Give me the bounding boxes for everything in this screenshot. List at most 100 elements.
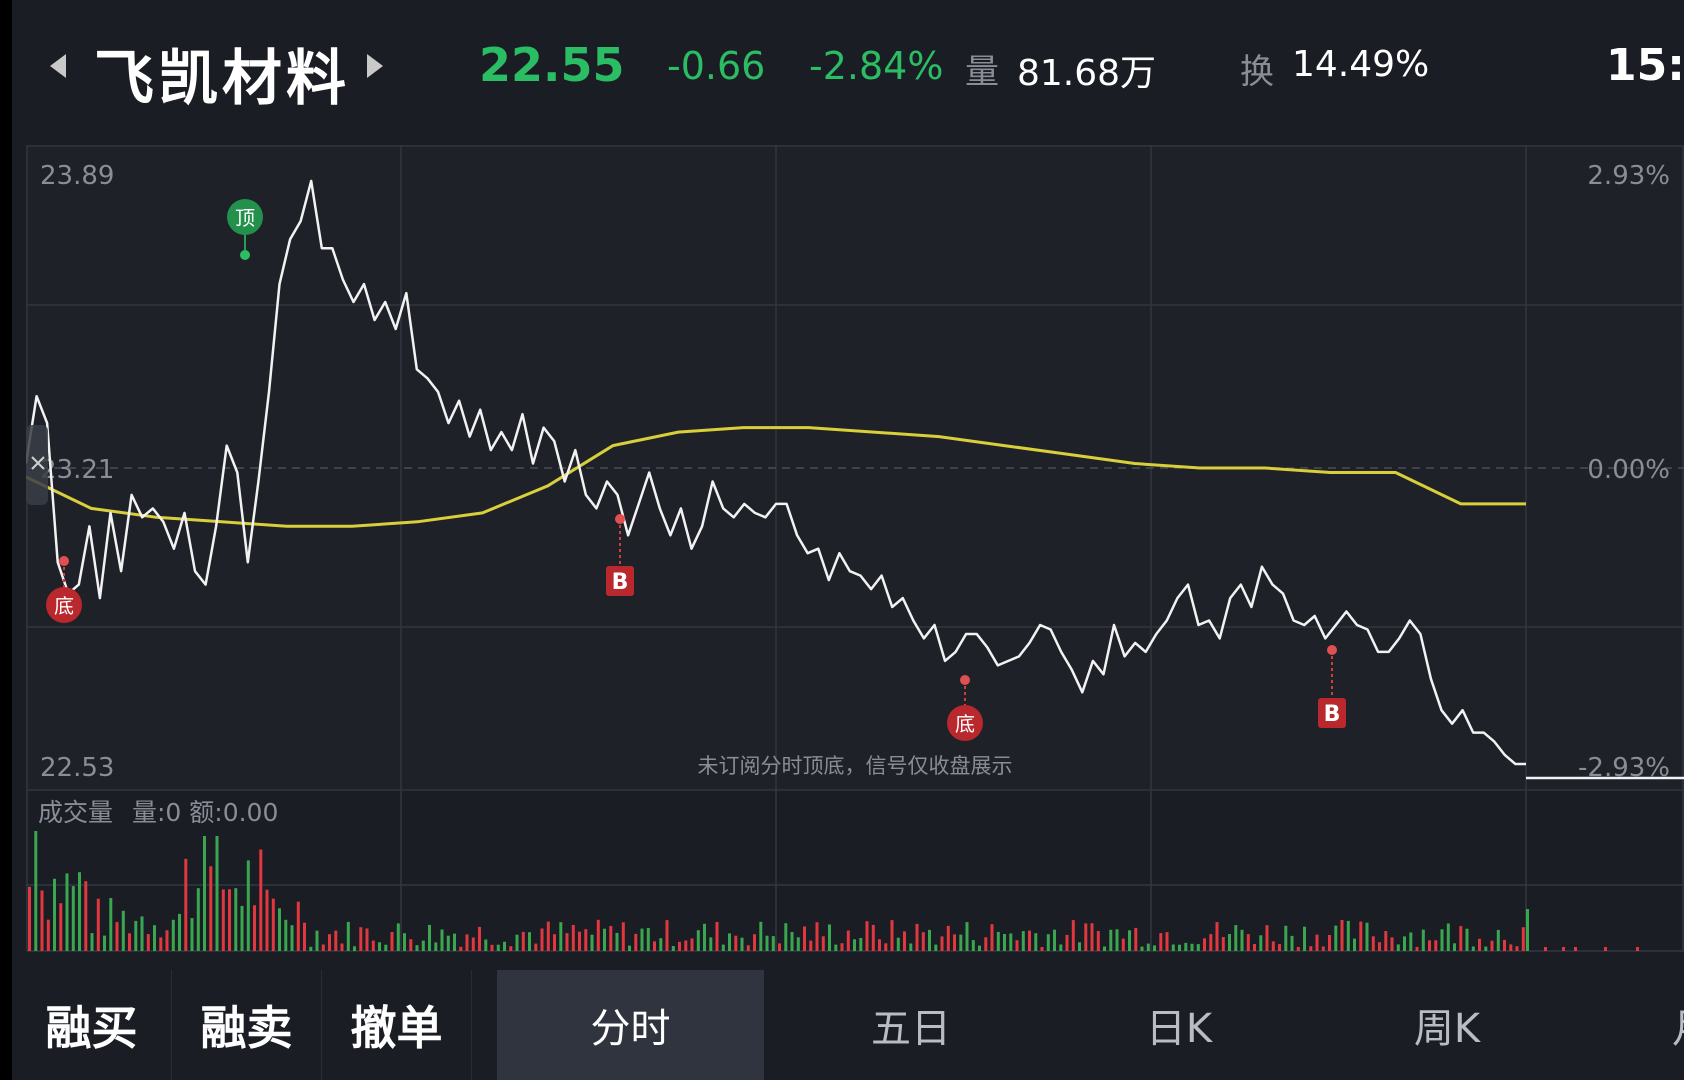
volume-bar [584,929,588,951]
volume-bar [865,921,869,951]
volume-bar [1159,933,1163,951]
volume-bar [653,941,656,951]
volume-bar [196,888,200,951]
volume-bar [446,935,450,951]
volume-bar [765,935,769,951]
left-edge-strip [0,0,12,1080]
turnover-label: 换 [1240,52,1274,92]
last-price: 22.55 [479,38,625,92]
volume-bar [1246,934,1250,951]
volume-bar [521,931,525,951]
next-stock-arrow-icon[interactable] [367,54,383,78]
volume-bar [1284,925,1288,951]
volume-bar [578,931,581,951]
volume-bar [1409,932,1413,951]
volume-bar [171,919,175,951]
volume-bar [503,941,506,951]
time-display: 15:30 [1606,40,1684,91]
volume-bar [596,919,600,951]
volume-bar [603,928,606,951]
volume-bar [46,919,50,951]
volume-bar [484,939,488,951]
pct-axis-mid: 0.00% [1587,455,1670,485]
volume-bar [1478,938,1481,951]
volume-bar [134,920,138,951]
volume-bar [190,918,194,951]
volume-bar [909,943,913,951]
volume-bar [853,939,856,951]
volume-bar [315,930,319,951]
volume-bar [396,923,400,951]
volume-bar [978,945,981,951]
volume-bar [40,890,44,951]
volume-bar [746,945,750,951]
volume-bar [1544,947,1547,951]
volume-bar [271,898,275,951]
volume-bar [1562,947,1565,951]
tab-weekly-k[interactable]: 周K [1313,970,1581,1080]
volume-bar [471,937,475,951]
volume-bar [1636,947,1639,951]
volume-bar [815,922,819,951]
volume-bar [965,922,969,951]
volume-bar [115,922,119,951]
cancel-order-button[interactable]: 撤单 [322,970,472,1080]
intraday-chart[interactable]: 23.89 23.21 22.53 2.93% 0.00% -2.93% 顶 底… [26,145,1684,955]
volume-bar [696,930,700,951]
volume-bar [1278,944,1281,951]
volume-bar [278,908,281,951]
buy-signal-label-1: B [612,570,629,595]
top-signal-label: 顶 [235,206,255,230]
volume-bar [534,943,538,951]
volume-bar [103,935,106,951]
volume-bar [90,933,94,951]
volume-bar [665,920,669,951]
volume-bar [65,873,69,951]
margin-sell-button[interactable]: 融卖 [172,970,322,1080]
volume-bar [1109,929,1113,951]
volume-bar [246,860,250,951]
crosshair-handle-icon[interactable] [26,425,48,505]
volume-bar [165,930,169,951]
volume-bar [778,943,781,951]
volume-bar [146,934,150,951]
volume-bar [1084,923,1088,951]
stock-name[interactable]: 飞凯材料 [94,30,350,117]
volume-bar [1415,946,1419,951]
volume-bar [390,932,394,951]
volume-bar [559,922,563,951]
volume-bar [834,944,838,951]
volume-bar [1490,940,1494,951]
margin-buy-button[interactable]: 融买 [12,970,172,1080]
volume-bar [1078,942,1081,951]
tab-five-day[interactable]: 五日 [777,970,1045,1080]
pct-axis-high: 2.93% [1587,161,1670,191]
volume-bar [1228,934,1231,951]
volume-bar [690,938,694,951]
volume-bar [371,940,375,951]
volume-bar [1453,943,1456,951]
volume-bar [1171,944,1175,951]
tab-daily-k[interactable]: 日K [1045,970,1313,1080]
prev-stock-arrow-icon[interactable] [50,54,66,78]
volume-bar [321,944,325,951]
volume-bar [796,937,800,951]
volume-bar [1146,943,1150,951]
volume-bar [1378,942,1381,951]
volume-bar [53,878,56,951]
volume-bar [234,888,238,951]
volume-bar [178,913,181,951]
volume-bar [1009,933,1013,951]
volume-bar [859,938,863,951]
volume-bar [915,923,919,951]
volume-bar [334,930,338,951]
tab-monthly-k-partial[interactable]: 月 [1672,970,1684,1080]
volume-bar [1334,925,1338,951]
volume-bar [990,924,994,951]
volume-bar [290,925,294,951]
volume-bar [1196,944,1200,951]
volume-bar [359,927,363,951]
volume-bar [809,940,813,951]
tab-intraday[interactable]: 分时 [497,970,764,1080]
volume-bar [684,940,688,951]
